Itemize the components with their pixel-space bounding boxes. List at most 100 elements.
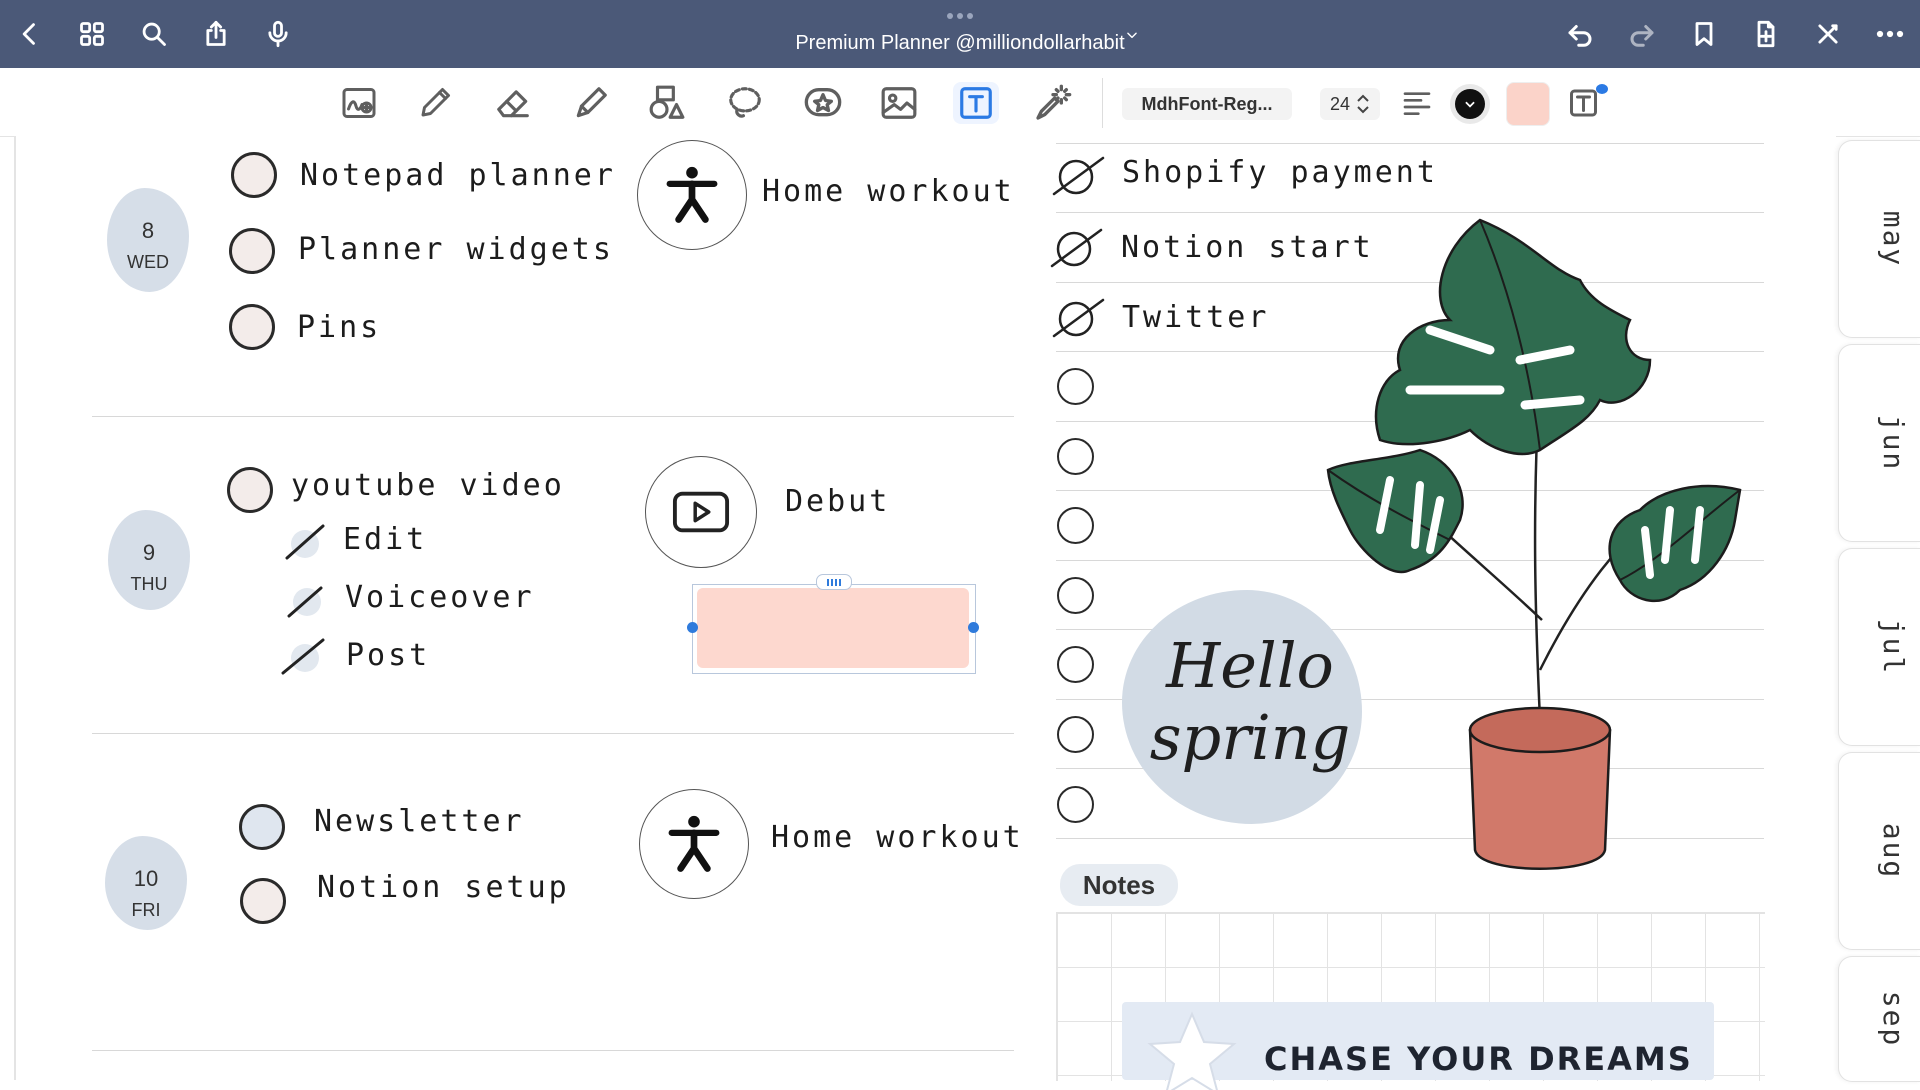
month-tab-may[interactable]: may xyxy=(1838,140,1920,338)
grip-line xyxy=(835,578,837,586)
drag-handle-top[interactable] xyxy=(816,574,852,590)
text-color-swatch[interactable] xyxy=(1450,84,1490,124)
day-divider xyxy=(92,733,1014,734)
date-badge: 8 WED xyxy=(107,188,189,292)
pen-tool-icon[interactable] xyxy=(412,82,458,124)
font-size-value: 24 xyxy=(1329,93,1351,114)
task-label: Notion setup xyxy=(317,870,570,905)
task-checkbox[interactable] xyxy=(229,228,275,274)
date-badge: 10 FRI xyxy=(105,836,187,930)
tool-bar: MdhFont-Reg... 24 xyxy=(0,68,1920,137)
activity-label: Home workout xyxy=(762,174,1015,209)
toolbar-divider xyxy=(1102,78,1103,128)
activity-icon-circle xyxy=(637,140,747,250)
day-number: 9 xyxy=(142,540,156,565)
monstera-plant-icon[interactable] xyxy=(1320,210,1750,880)
task-checkbox[interactable] xyxy=(239,804,285,850)
checklist-checkbox[interactable] xyxy=(1057,577,1094,614)
task-label: Newsletter xyxy=(314,804,525,839)
close-icon[interactable] xyxy=(1808,14,1848,54)
month-tab-aug[interactable]: aug xyxy=(1838,752,1920,950)
text-style-icon[interactable] xyxy=(1562,82,1608,124)
mic-icon[interactable] xyxy=(258,14,298,54)
resize-handle-right[interactable] xyxy=(968,622,979,633)
subtask-done-icon[interactable] xyxy=(279,636,329,676)
checklist-checkbox[interactable] xyxy=(1057,507,1094,544)
task-checkbox[interactable] xyxy=(227,467,273,513)
workout-person-icon xyxy=(666,166,718,223)
heart-badge-icon xyxy=(1596,84,1608,94)
chase-dreams-sticker[interactable]: CHASE YOUR DREAMS xyxy=(1122,1002,1714,1090)
day-number: 10 xyxy=(133,866,159,891)
checked-circle-icon[interactable] xyxy=(1047,226,1105,270)
undo-icon[interactable] xyxy=(1560,14,1600,54)
checklist-checkbox[interactable] xyxy=(1057,438,1094,475)
month-tab-jun[interactable]: jun xyxy=(1838,344,1920,542)
month-tab-sep[interactable]: sep xyxy=(1838,956,1920,1082)
video-play-icon xyxy=(672,491,730,533)
subtask-label: Edit xyxy=(343,522,428,557)
chase-dreams-text: CHASE YOUR DREAMS xyxy=(1264,1040,1693,1078)
month-tab-jul[interactable]: jul xyxy=(1838,548,1920,746)
checked-circle-icon[interactable] xyxy=(1049,154,1107,198)
selected-text-box[interactable] xyxy=(697,588,969,668)
resize-handle-left[interactable] xyxy=(687,622,698,633)
document-title[interactable]: Premium Planner @milliondollarhabit xyxy=(740,32,1180,55)
subtask-done-icon[interactable] xyxy=(285,580,331,620)
month-label: may xyxy=(1876,210,1910,268)
grip-line xyxy=(831,578,833,586)
chevron-down-icon[interactable] xyxy=(1122,25,1142,45)
stepper-chevrons-icon xyxy=(1357,94,1369,114)
grid-icon[interactable] xyxy=(72,14,112,54)
date-badge: 9 THU xyxy=(108,510,190,610)
text-align-icon[interactable] xyxy=(1394,82,1440,124)
laser-pointer-tool-icon[interactable] xyxy=(1030,82,1076,124)
page-edge xyxy=(14,136,16,1080)
fill-color-swatch[interactable] xyxy=(1506,82,1550,126)
task-label: Planner widgets xyxy=(298,232,614,267)
task-label: Pins xyxy=(297,310,382,345)
activity-label: Home workout xyxy=(771,820,1024,855)
checklist-label: Shopify payment xyxy=(1122,155,1438,190)
bookmark-icon[interactable] xyxy=(1684,14,1724,54)
font-name-selector[interactable]: MdhFont-Reg... xyxy=(1122,88,1292,120)
redo-icon[interactable] xyxy=(1622,14,1662,54)
task-checkbox[interactable] xyxy=(240,878,286,924)
day-of-week: WED xyxy=(127,252,169,272)
month-label: jul xyxy=(1876,618,1910,676)
activity-icon-circle xyxy=(645,456,757,568)
checklist-checkbox[interactable] xyxy=(1057,786,1094,823)
back-icon[interactable] xyxy=(10,14,50,54)
eraser-tool-icon[interactable] xyxy=(490,82,536,124)
subtask-done-icon[interactable] xyxy=(283,522,329,562)
sticker-tool-icon[interactable] xyxy=(800,82,846,124)
workout-person-icon xyxy=(668,815,720,872)
checked-circle-icon[interactable] xyxy=(1049,296,1107,340)
window-grabber[interactable] xyxy=(945,13,975,19)
search-icon[interactable] xyxy=(134,14,174,54)
add-page-icon[interactable] xyxy=(1746,14,1786,54)
share-icon[interactable] xyxy=(196,14,236,54)
checklist-checkbox[interactable] xyxy=(1057,646,1094,683)
shapes-tool-icon[interactable] xyxy=(644,82,690,124)
font-size-stepper[interactable]: 24 xyxy=(1320,88,1380,120)
activity-icon-circle xyxy=(639,789,749,899)
month-label: aug xyxy=(1876,822,1910,880)
more-icon[interactable] xyxy=(1870,14,1910,54)
title-bar: Premium Planner @milliondollarhabit xyxy=(0,0,1920,68)
day-number: 8 xyxy=(141,218,155,243)
chevron-down-icon xyxy=(1465,101,1475,108)
image-tool-icon[interactable] xyxy=(876,82,922,124)
highlighter-tool-icon[interactable] xyxy=(568,82,614,124)
zoom-window-tool-icon[interactable] xyxy=(336,82,382,124)
month-label: sep xyxy=(1876,990,1910,1048)
checklist-checkbox[interactable] xyxy=(1057,716,1094,753)
checklist-checkbox[interactable] xyxy=(1057,368,1094,405)
checklist-label: Twitter xyxy=(1122,300,1270,335)
task-checkbox[interactable] xyxy=(231,152,277,198)
notes-label: Notes xyxy=(1060,864,1178,906)
task-checkbox[interactable] xyxy=(229,304,275,350)
day-divider xyxy=(92,1050,1014,1051)
lasso-tool-icon[interactable] xyxy=(722,82,768,124)
text-tool-icon[interactable] xyxy=(953,82,999,124)
